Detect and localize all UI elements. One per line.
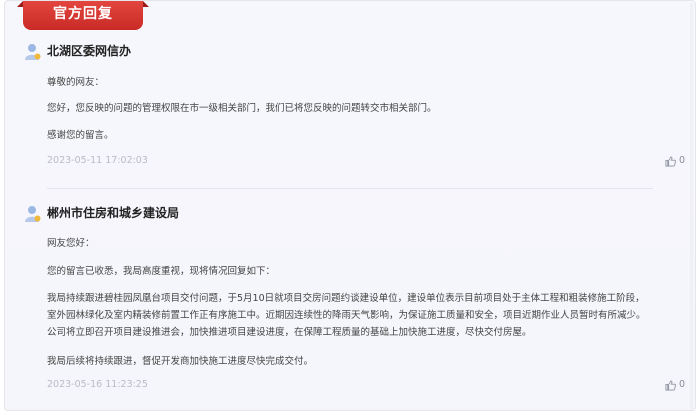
reply-paragraph: 您的留言已收悉，我局高度重视，现将情况回复如下： — [47, 266, 276, 277]
reply-paragraph: 我局后续将持续跟进，督促开发商加快施工进度尽快完成交付。 — [47, 356, 314, 367]
thumbs-up-icon — [665, 380, 676, 390]
reply-paragraph: 我局持续跟进碧桂园凤凰台项目交付问题，于5月10日就项目交房问题约谈建设单位，建… — [47, 293, 645, 304]
like-button[interactable]: 0 — [665, 378, 685, 392]
thumbs-up-icon — [665, 156, 676, 166]
reply-paragraph: 网友您好： — [47, 238, 95, 249]
reply-header: 北湖区委网信办 — [25, 41, 685, 65]
reply-paragraph: 公司将立即召开项目建设推进会，加快推进项目建设进度，在保障工程质量的基础上加快施… — [47, 327, 532, 338]
reply-paragraph: 感谢您的留言。 — [47, 130, 114, 141]
department-name: 郴州市住房和城乡建设局 — [47, 206, 180, 220]
reply-paragraph: 尊敬的网友： — [47, 77, 105, 88]
like-count: 0 — [678, 155, 685, 166]
like-button[interactable]: 0 — [665, 154, 685, 168]
reply-item: 北湖区委网信办 尊敬的网友： 您好，您反映的问题的管理权限在市一级相关部门，我们… — [25, 41, 685, 166]
official-reply-header: 官方回复 — [17, 1, 149, 30]
reply-header: 郴州市住房和城乡建设局 — [25, 203, 685, 227]
reply-timestamp: 2023-05-16 11:23:25 — [47, 379, 148, 390]
reply-item: 郴州市住房和城乡建设局 网友您好： 您的留言已收悉，我局高度重视，现将情况回复如… — [25, 203, 685, 390]
like-count: 0 — [678, 379, 685, 390]
official-reply-panel: 官方回复 北湖区委网信办 尊敬的网友： 您好，您反映的问题的管理权限在市一级相关… — [4, 0, 696, 411]
reply-paragraph: 室外园林绿化及室内精装修前置工作正有序施工中。近期因连续性的降雨天气影响，为保证… — [47, 310, 646, 321]
reply-divider — [47, 188, 653, 189]
user-avatar-icon — [25, 44, 41, 60]
reply-timestamp: 2023-05-11 17:02:03 — [47, 155, 148, 166]
user-avatar-icon — [25, 206, 41, 222]
department-name: 北湖区委网信办 — [47, 44, 132, 58]
reply-paragraph: 您好，您反映的问题的管理权限在市一级相关部门，我们已将您反映的问题转交市相关部门… — [47, 103, 437, 114]
scrollbar[interactable] — [690, 3, 693, 409]
